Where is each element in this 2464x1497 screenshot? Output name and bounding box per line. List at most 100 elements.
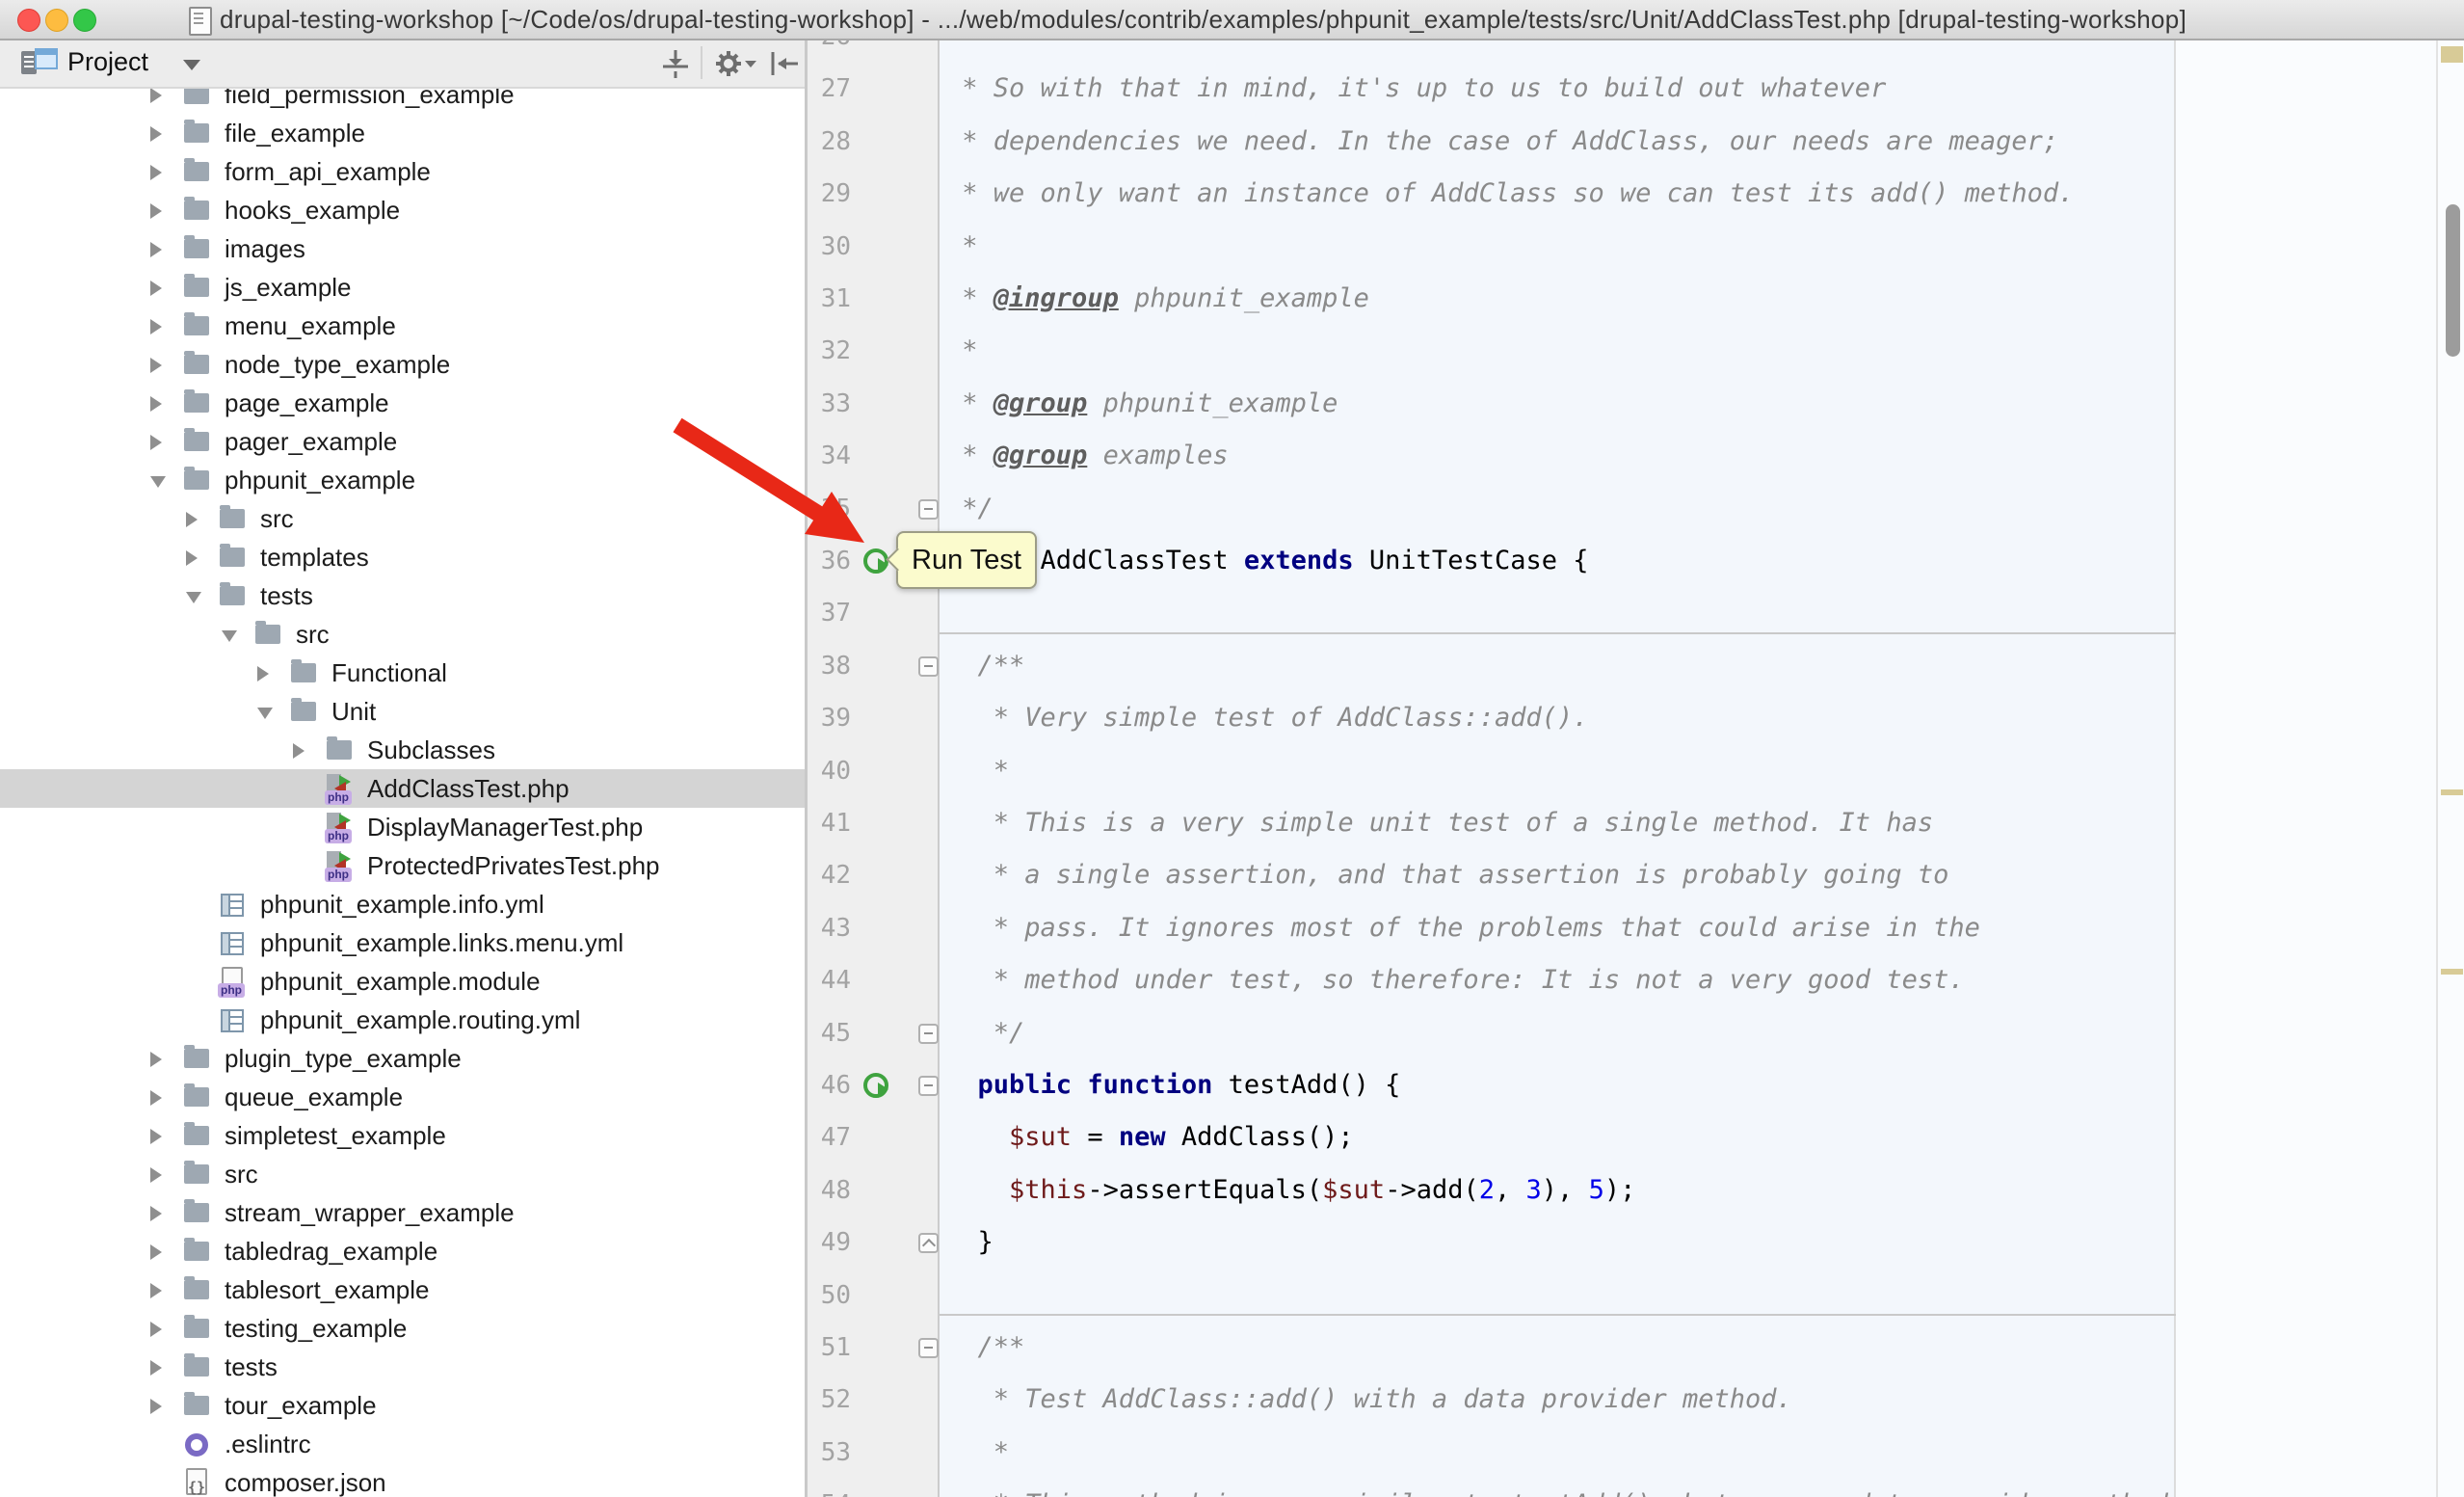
line-number: 37 [808, 587, 851, 639]
yaml-file-icon [220, 928, 247, 959]
hide-panel-icon[interactable] [768, 48, 801, 79]
tree-item-stream_wrapper_example[interactable]: stream_wrapper_example [0, 1193, 807, 1232]
expand-arrow-icon[interactable] [150, 203, 162, 219]
tree-item-composer.json[interactable]: {}composer.json [0, 1463, 807, 1497]
expand-arrow-icon[interactable] [150, 1090, 162, 1106]
tree-item-Functional[interactable]: Functional [0, 654, 807, 692]
code-line-39: * Very simple test of AddClass::add(). [938, 692, 1588, 744]
window-title: drupal-testing-workshop [~/Code/os/drupa… [220, 0, 2186, 39]
tree-item-templates[interactable]: templates [0, 538, 807, 576]
tree-item-file_example[interactable]: file_example [0, 114, 807, 152]
expand-arrow-icon[interactable] [150, 358, 162, 373]
tree-item-queue_example[interactable]: queue_example [0, 1078, 807, 1116]
tree-item-tablesort_example[interactable]: tablesort_example [0, 1270, 807, 1309]
collapse-arrow-icon[interactable] [186, 592, 201, 603]
expand-arrow-icon[interactable] [186, 550, 198, 566]
gear-icon[interactable] [713, 48, 759, 79]
tree-item-src[interactable]: src [0, 615, 807, 654]
scrollbar-thumb[interactable] [2446, 204, 2460, 357]
tree-item-menu_example[interactable]: menu_example [0, 307, 807, 345]
scroll-from-source-icon[interactable] [659, 48, 692, 79]
tree-item-phpunit_example.routing.yml[interactable]: phpunit_example.routing.yml [0, 1001, 807, 1039]
expand-arrow-icon[interactable] [293, 743, 305, 759]
tree-item-label: tablesort_example [225, 1270, 429, 1309]
tree-item-hooks_example[interactable]: hooks_example [0, 191, 807, 229]
close-button[interactable] [17, 9, 40, 32]
file-document-icon [189, 7, 212, 36]
tree-item-ProtectedPrivatesTest.php[interactable]: phpProtectedPrivatesTest.php [0, 846, 807, 885]
code-editor[interactable]: 2627282930313233343536373839404142434445… [808, 39, 2464, 1497]
collapse-arrow-icon[interactable] [257, 708, 273, 719]
expand-arrow-icon[interactable] [150, 1399, 162, 1414]
tree-item-images[interactable]: images [0, 229, 807, 268]
expand-arrow-icon[interactable] [150, 88, 162, 103]
tree-item-page_example[interactable]: page_example [0, 384, 807, 422]
tree-item-AddClassTest.php[interactable]: phpAddClassTest.php [0, 769, 807, 808]
tree-item-label: page_example [225, 384, 389, 422]
collapse-arrow-icon[interactable] [222, 630, 237, 642]
folder-icon [184, 470, 209, 490]
expand-arrow-icon[interactable] [150, 242, 162, 257]
tree-item-plugin_type_example[interactable]: plugin_type_example [0, 1039, 807, 1078]
line-number: 52 [808, 1374, 851, 1426]
collapse-arrow-icon[interactable] [150, 476, 166, 488]
tree-item-src[interactable]: src [0, 1155, 807, 1193]
expand-arrow-icon[interactable] [150, 165, 162, 180]
expand-arrow-icon[interactable] [150, 1129, 162, 1144]
expand-arrow-icon[interactable] [150, 281, 162, 296]
run-test-icon[interactable] [863, 1073, 888, 1098]
stripe-marker [2441, 46, 2463, 63]
expand-arrow-icon[interactable] [257, 666, 269, 682]
code-line-49: } [938, 1216, 994, 1269]
expand-arrow-icon[interactable] [150, 1244, 162, 1260]
tree-item-tests[interactable]: tests [0, 1348, 807, 1386]
chevron-down-icon[interactable] [183, 60, 200, 70]
tree-item-node_type_example[interactable]: node_type_example [0, 345, 807, 384]
run-test-icon[interactable] [863, 548, 888, 574]
expand-arrow-icon[interactable] [150, 319, 162, 334]
tree-item-pager_example[interactable]: pager_example [0, 422, 807, 461]
folder-icon [184, 1049, 209, 1068]
expand-arrow-icon[interactable] [150, 1052, 162, 1067]
tree-item-form_api_example[interactable]: form_api_example [0, 152, 807, 191]
fold-marker[interactable] [918, 499, 939, 520]
fold-marker[interactable] [918, 1233, 939, 1253]
tree-item-phpunit_example.info.yml[interactable]: phpunit_example.info.yml [0, 885, 807, 923]
line-number: 31 [808, 273, 851, 325]
tree-item-tour_example[interactable]: tour_example [0, 1386, 807, 1425]
fold-marker[interactable] [918, 1024, 939, 1044]
tree-item-label: plugin_type_example [225, 1039, 462, 1078]
expand-arrow-icon[interactable] [150, 1167, 162, 1183]
tree-item-phpunit_example.module[interactable]: phpphpunit_example.module [0, 962, 807, 1001]
code-line-38: /** [938, 640, 1024, 692]
minimize-button[interactable] [45, 9, 68, 32]
expand-arrow-icon[interactable] [150, 1206, 162, 1221]
tree-item-phpunit_example.links.menu.yml[interactable]: phpunit_example.links.menu.yml [0, 923, 807, 962]
tree-item-tabledrag_example[interactable]: tabledrag_example [0, 1232, 807, 1270]
tree-item-phpunit_example[interactable]: phpunit_example [0, 461, 807, 499]
tree-item-.eslintrc[interactable]: .eslintrc [0, 1425, 807, 1463]
expand-arrow-icon[interactable] [150, 126, 162, 142]
tree-item-simpletest_example[interactable]: simpletest_example [0, 1116, 807, 1155]
zoom-button[interactable] [73, 9, 96, 32]
project-panel-title[interactable]: Project [67, 39, 148, 87]
expand-arrow-icon[interactable] [150, 435, 162, 450]
panel-editor-splitter[interactable] [805, 39, 808, 1497]
tree-item-Unit[interactable]: Unit [0, 692, 807, 731]
folder-icon [184, 1357, 209, 1377]
tree-item-testing_example[interactable]: testing_example [0, 1309, 807, 1348]
expand-arrow-icon[interactable] [150, 1283, 162, 1298]
tree-item-DisplayManagerTest.php[interactable]: phpDisplayManagerTest.php [0, 808, 807, 846]
tree-item-tests[interactable]: tests [0, 576, 807, 615]
code-line-31: * @ingroup phpunit_example [938, 273, 1369, 325]
expand-arrow-icon[interactable] [186, 512, 198, 527]
fold-marker[interactable] [918, 1338, 939, 1358]
fold-marker[interactable] [918, 656, 939, 677]
expand-arrow-icon[interactable] [150, 396, 162, 412]
tree-item-src[interactable]: src [0, 499, 807, 538]
tree-item-js_example[interactable]: js_example [0, 268, 807, 307]
expand-arrow-icon[interactable] [150, 1360, 162, 1376]
tree-item-Subclasses[interactable]: Subclasses [0, 731, 807, 769]
fold-marker[interactable] [918, 1076, 939, 1096]
expand-arrow-icon[interactable] [150, 1322, 162, 1337]
